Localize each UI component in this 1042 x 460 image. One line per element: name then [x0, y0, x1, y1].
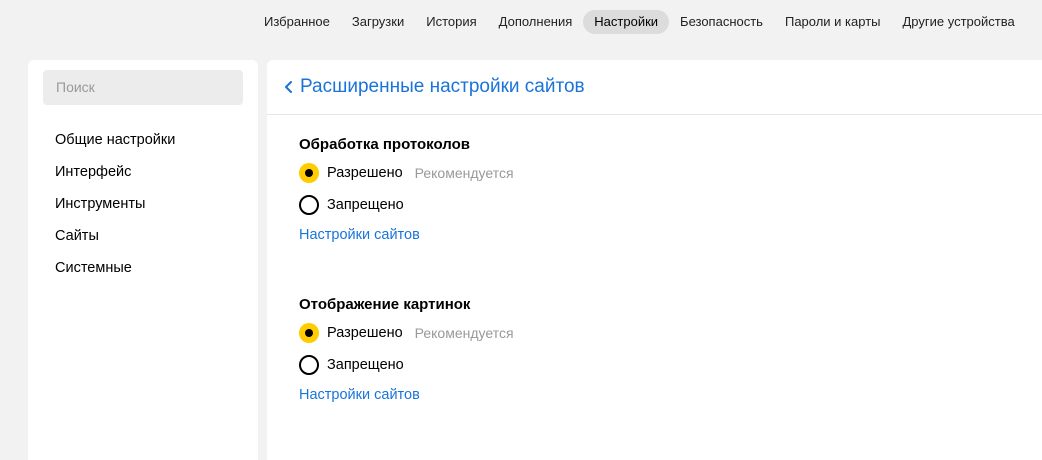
radio-selected-icon[interactable] [299, 163, 319, 183]
nav-item-other-devices[interactable]: Другие устройства [892, 10, 1026, 34]
nav-item-passwords-cards[interactable]: Пароли и карты [774, 10, 892, 34]
radio-label: Разрешено [327, 325, 403, 341]
sidebar-menu: Общие настройки Интерфейс Инструменты Са… [55, 128, 175, 288]
radio-selected-icon[interactable] [299, 323, 319, 343]
recommended-hint: Рекомендуется [414, 325, 514, 341]
radio-label: Запрещено [327, 357, 404, 373]
radio-unselected-icon[interactable] [299, 195, 319, 215]
nav-item-downloads[interactable]: Загрузки [341, 10, 415, 34]
section-protocol-handlers: Обработка протоколов Разрешено Рекоменду… [299, 135, 514, 243]
sidebar-item-system[interactable]: Системные [55, 256, 175, 288]
settings-main-panel: Расширенные настройки сайтов Обработка п… [267, 60, 1042, 460]
radio-label: Запрещено [327, 197, 404, 213]
site-settings-link[interactable]: Настройки сайтов [299, 227, 514, 243]
radio-option-blocked[interactable]: Запрещено [299, 349, 514, 381]
site-settings-link[interactable]: Настройки сайтов [299, 387, 514, 403]
sidebar-item-tools[interactable]: Инструменты [55, 192, 175, 224]
nav-item-history[interactable]: История [415, 10, 487, 34]
radio-option-allowed[interactable]: Разрешено Рекомендуется [299, 157, 514, 189]
section-title: Обработка протоколов [299, 136, 470, 153]
settings-sidebar: Поиск Общие настройки Интерфейс Инструме… [28, 60, 258, 460]
nav-item-security[interactable]: Безопасность [669, 10, 774, 34]
sidebar-item-general[interactable]: Общие настройки [55, 128, 175, 160]
recommended-hint: Рекомендуется [414, 165, 514, 181]
nav-item-favorites[interactable]: Избранное [253, 10, 341, 34]
section-image-display: Отображение картинок Разрешено Рекоменду… [299, 295, 514, 403]
page-title: Расширенные настройки сайтов [300, 76, 585, 97]
sidebar-item-interface[interactable]: Интерфейс [55, 160, 175, 192]
nav-item-extensions[interactable]: Дополнения [488, 10, 584, 34]
search-input[interactable]: Поиск [43, 70, 243, 105]
radio-unselected-icon[interactable] [299, 355, 319, 375]
section-title: Отображение картинок [299, 296, 471, 313]
top-navigation: Избранное Загрузки История Дополнения На… [253, 9, 1042, 35]
chevron-left-icon[interactable] [281, 77, 295, 97]
radio-label: Разрешено [327, 165, 403, 181]
radio-option-allowed[interactable]: Разрешено Рекомендуется [299, 317, 514, 349]
sidebar-item-sites[interactable]: Сайты [55, 224, 175, 256]
nav-item-settings[interactable]: Настройки [583, 10, 670, 34]
radio-option-blocked[interactable]: Запрещено [299, 189, 514, 221]
page-header: Расширенные настройки сайтов [267, 60, 1042, 115]
